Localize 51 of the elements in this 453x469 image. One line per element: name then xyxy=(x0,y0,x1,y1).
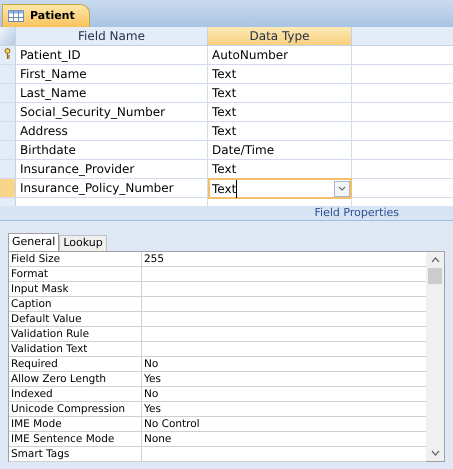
scroll-up-icon[interactable] xyxy=(430,257,440,263)
property-value[interactable]: No Control xyxy=(142,417,426,431)
property-label: Indexed xyxy=(9,387,142,401)
scrollbar[interactable] xyxy=(426,252,444,461)
property-label: IME Sentence Mode xyxy=(9,432,142,446)
property-value[interactable]: No xyxy=(142,387,426,401)
data-type-cell[interactable]: Date/Time xyxy=(208,141,352,159)
field-name-cell[interactable]: Birthdate xyxy=(16,141,208,159)
field-name-cell[interactable]: Social_Security_Number xyxy=(16,103,208,121)
data-type-dropdown[interactable]: Text xyxy=(208,178,352,199)
data-type-cell[interactable]: AutoNumber xyxy=(208,46,352,64)
property-value[interactable]: None xyxy=(142,432,426,446)
property-label: Format xyxy=(9,267,142,281)
property-label: Unicode Compression xyxy=(9,402,142,416)
property-label: Field Size xyxy=(9,252,142,266)
row-selector[interactable] xyxy=(0,46,16,64)
field-name-cell[interactable]: Insurance_Policy_Number xyxy=(16,179,208,197)
scroll-down-icon[interactable] xyxy=(430,450,440,456)
property-value[interactable]: No xyxy=(142,357,426,371)
field-name-cell[interactable]: Patient_ID xyxy=(16,46,208,64)
property-value[interactable]: 255 xyxy=(142,252,426,266)
property-value[interactable]: Yes xyxy=(142,372,426,386)
data-type-cell[interactable]: Text xyxy=(208,160,352,178)
document-tab[interactable]: Patient xyxy=(2,4,90,27)
property-label: Smart Tags xyxy=(9,447,142,461)
property-label: IME Mode xyxy=(9,417,142,431)
property-label: Allow Zero Length xyxy=(9,372,142,386)
property-value[interactable]: Yes xyxy=(142,402,426,416)
field-name-cell[interactable]: Insurance_Provider xyxy=(16,160,208,178)
tab[interactable]: General xyxy=(8,233,60,251)
property-label: Required xyxy=(9,357,142,371)
property-label: Caption xyxy=(9,297,142,311)
data-type-cell[interactable]: Text xyxy=(208,122,352,140)
property-label: Default Value xyxy=(9,312,142,326)
property-label: Validation Text xyxy=(9,342,142,356)
table-icon xyxy=(8,10,24,22)
property-label: Validation Rule xyxy=(9,327,142,341)
column-header[interactable]: Data Type xyxy=(208,27,352,45)
data-type-cell[interactable]: Text xyxy=(208,84,352,102)
field-name-cell[interactable]: Address xyxy=(16,122,208,140)
scroll-thumb[interactable] xyxy=(428,268,442,284)
dropdown-button[interactable] xyxy=(334,180,350,196)
data-type-cell[interactable]: Text xyxy=(208,103,352,121)
field-name-cell[interactable]: First_Name xyxy=(16,65,208,83)
tab[interactable]: Lookup xyxy=(59,235,107,251)
field-name-cell[interactable]: Last_Name xyxy=(16,84,208,102)
new-row-selector[interactable] xyxy=(0,198,16,206)
caret-icon xyxy=(338,186,346,191)
property-label: Input Mask xyxy=(9,282,142,296)
data-type-cell[interactable]: Text xyxy=(208,65,352,83)
section-title: Field Properties xyxy=(314,204,399,221)
